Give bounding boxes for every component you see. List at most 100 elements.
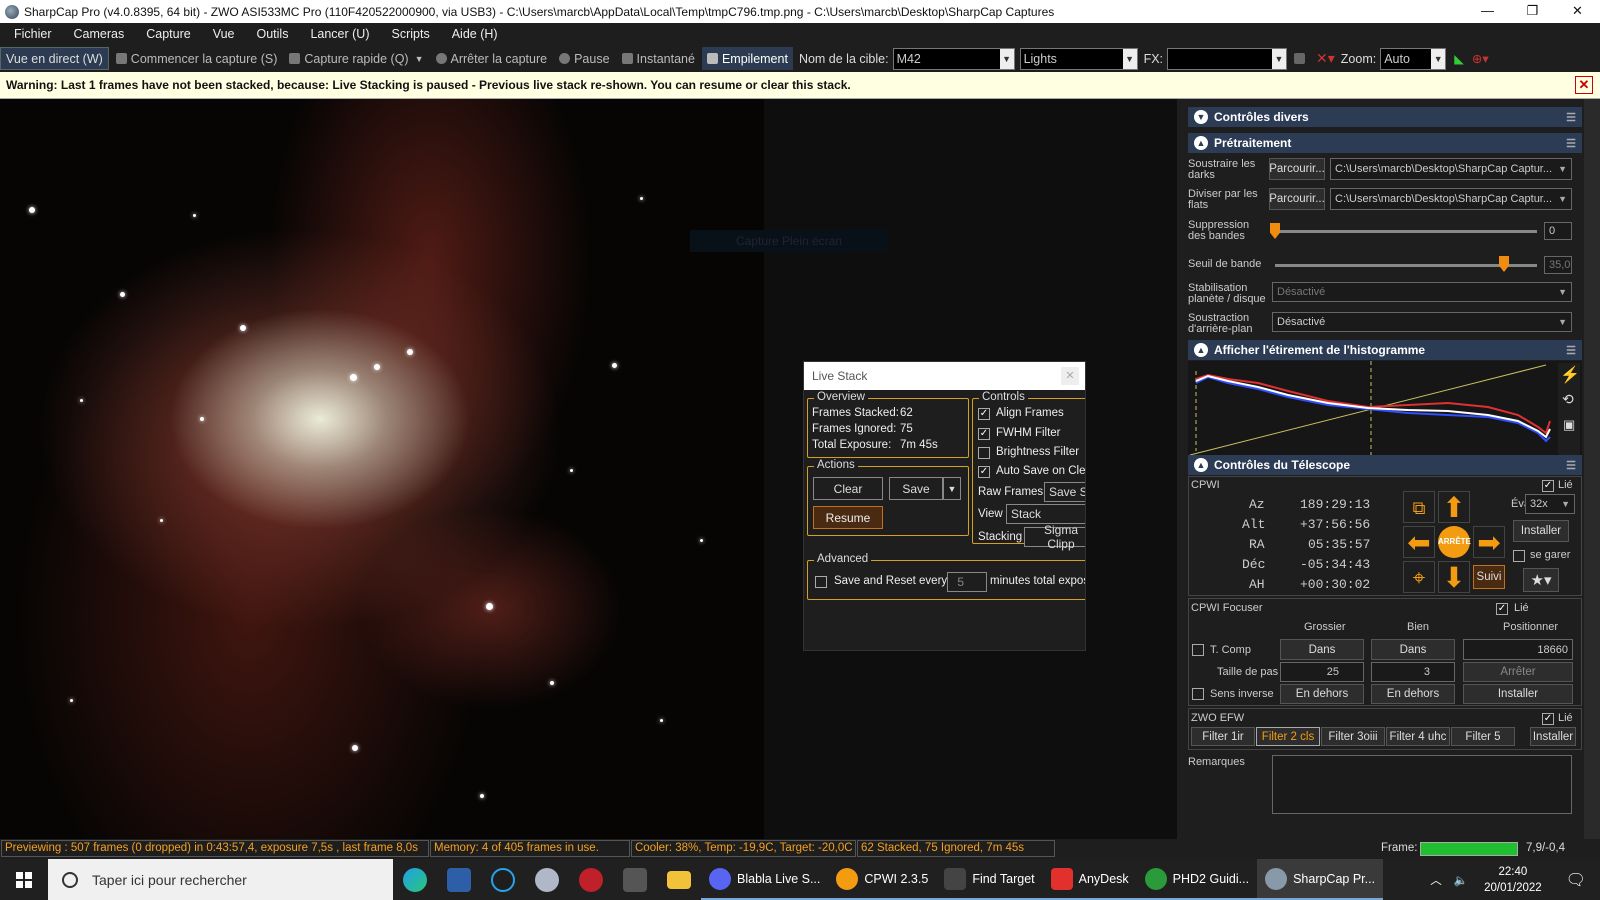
coarse-out-button[interactable]: En dehors xyxy=(1280,684,1364,704)
focuser-position-field[interactable]: 18660 xyxy=(1463,639,1573,660)
stacking-select[interactable]: Sigma Clipp xyxy=(1024,523,1085,551)
zoom-tool-icon[interactable]: ⊕▾ xyxy=(1472,51,1489,66)
clear-button[interactable]: Clear xyxy=(813,477,883,500)
taskbar-app-anydesk[interactable]: AnyDesk xyxy=(1042,859,1137,900)
stacking-button[interactable]: Empilement xyxy=(701,47,793,70)
south-arrow-icon[interactable]: ⬇ xyxy=(1438,561,1470,593)
taskbar-app-discord[interactable]: Blabla Live S... xyxy=(701,859,829,900)
menu-icon[interactable]: ☰ xyxy=(1566,344,1576,357)
star-icon[interactable]: ★▾ xyxy=(1523,568,1559,592)
save-reset-checkbox[interactable] xyxy=(815,576,827,588)
close-icon[interactable]: ✕ xyxy=(1061,367,1079,385)
save-reset-stepper[interactable]: 5 xyxy=(947,572,987,592)
edge-icon[interactable] xyxy=(393,859,437,900)
browse-flats-button[interactable]: Parcourir... xyxy=(1269,188,1325,210)
menu-cameras[interactable]: Cameras xyxy=(60,27,133,41)
target-icon[interactable]: ⌖ xyxy=(1403,561,1435,593)
maximize-button[interactable]: ❐ xyxy=(1510,0,1555,23)
file-explorer-icon[interactable] xyxy=(657,859,701,900)
fx-combo[interactable]: ▼ xyxy=(1167,47,1288,70)
app-icon-star[interactable] xyxy=(613,859,657,900)
save-button[interactable]: Save xyxy=(889,477,943,500)
stop-capture-button[interactable]: Arrêter la capture xyxy=(431,47,553,70)
save-dropdown-button[interactable]: ▼ xyxy=(943,477,961,500)
menu-fichier[interactable]: Fichier xyxy=(0,27,60,41)
flats-path-combo[interactable]: C:\Users\marcb\Desktop\SharpCap Captur..… xyxy=(1330,188,1572,210)
mount-linked-checkbox[interactable] xyxy=(1542,480,1554,492)
search-box[interactable]: Taper ici pour rechercher xyxy=(48,859,393,900)
close-icon[interactable]: ✕ xyxy=(1575,76,1593,94)
efw-linked-checkbox[interactable] xyxy=(1542,713,1554,725)
resume-button[interactable]: Resume xyxy=(813,506,883,529)
fwhm-filter-checkbox[interactable] xyxy=(978,428,990,440)
tcomp-checkbox[interactable] xyxy=(1192,644,1204,656)
darks-path-combo[interactable]: C:\Users\marcb\Desktop\SharpCap Captur..… xyxy=(1330,158,1572,180)
view-select[interactable]: Stack xyxy=(1006,504,1085,524)
quick-capture-button[interactable]: Capture rapide (Q) ▼ xyxy=(284,47,428,70)
minimize-button[interactable]: — xyxy=(1465,0,1510,23)
histogram-header[interactable]: ▲ Afficher l'étirement de l'histogramme ☰ xyxy=(1188,340,1582,360)
color-icon[interactable] xyxy=(1289,47,1314,70)
frame-type-combo[interactable]: Lights ▼ xyxy=(1019,47,1138,70)
target-name-combo[interactable]: M42 ▼ xyxy=(892,47,1015,70)
raw-frames-select[interactable]: Save St xyxy=(1044,482,1085,502)
menu-scripts[interactable]: Scripts xyxy=(378,27,438,41)
menu-aide[interactable]: Aide (H) xyxy=(438,27,506,41)
zoom-combo[interactable]: Auto ▼ xyxy=(1380,47,1447,70)
efw-install-button[interactable]: Installer xyxy=(1530,727,1576,746)
focuser-install-button[interactable]: Installer xyxy=(1463,684,1573,704)
menu-icon[interactable]: ☰ xyxy=(1566,111,1576,124)
menu-outils[interactable]: Outils xyxy=(243,27,297,41)
goto-icon[interactable]: ⧉ xyxy=(1403,491,1435,523)
start-capture-button[interactable]: Commencer la capture (S) xyxy=(111,47,283,70)
misc-controls-header[interactable]: ▼ Contrôles divers ☰ xyxy=(1188,107,1582,127)
taskbar-app-find-target[interactable]: Find Target xyxy=(936,859,1043,900)
focuser-stop-button[interactable]: Arrêter xyxy=(1463,662,1573,682)
live-stack-titlebar[interactable]: Live Stack ✕ xyxy=(804,362,1085,390)
snapshot-button[interactable]: Instantané xyxy=(617,47,700,70)
fine-out-button[interactable]: En dehors xyxy=(1371,684,1455,704)
lightning-icon[interactable]: ⚡ xyxy=(1560,365,1580,385)
west-arrow-icon[interactable]: ⬅ xyxy=(1403,526,1435,558)
taskbar-app-sharpcap[interactable]: SharpCap Pr... xyxy=(1257,859,1384,900)
menu-icon[interactable]: ☰ xyxy=(1566,459,1576,472)
filter-2-button[interactable]: Filter 2 cls xyxy=(1256,727,1320,746)
crosshair-icon[interactable]: ✕▾ xyxy=(1316,50,1335,67)
banding-value[interactable]: 0 xyxy=(1544,222,1572,240)
focuser-linked-checkbox[interactable] xyxy=(1496,603,1508,615)
filter-1-button[interactable]: Filter 1ir xyxy=(1191,727,1255,746)
reset-icon[interactable]: ⟲ xyxy=(1562,391,1574,408)
banding-slider-thumb[interactable] xyxy=(1270,223,1280,239)
fine-in-button[interactable]: Dans xyxy=(1371,639,1455,660)
notes-textarea[interactable] xyxy=(1272,755,1572,814)
taskbar-app-cpwi[interactable]: CPWI 2.3.5 xyxy=(828,859,937,900)
chevron-up-icon[interactable]: ︿ xyxy=(1424,872,1448,888)
reverse-checkbox[interactable] xyxy=(1192,688,1204,700)
fine-step-stepper[interactable]: 3 xyxy=(1371,662,1455,682)
app-icon-planet[interactable] xyxy=(525,859,569,900)
park-checkbox[interactable] xyxy=(1513,550,1525,562)
viewer-scrollbar[interactable] xyxy=(1177,99,1185,839)
rate-combo[interactable]: 32x ▼ xyxy=(1525,494,1575,514)
east-arrow-icon[interactable]: ➡ xyxy=(1473,526,1505,558)
preprocessing-header[interactable]: ▲ Prétraitement ☰ xyxy=(1188,133,1582,153)
browse-darks-button[interactable]: Parcourir... xyxy=(1269,158,1325,180)
banding-slider-track[interactable] xyxy=(1275,230,1537,233)
ccleaner-icon[interactable] xyxy=(481,859,525,900)
menu-capture[interactable]: Capture xyxy=(132,27,198,41)
menu-lancer[interactable]: Lancer (U) xyxy=(296,27,377,41)
background-subtraction-combo[interactable]: Désactivé ▼ xyxy=(1272,312,1572,332)
clock[interactable]: 22:40 20/01/2022 xyxy=(1474,864,1552,896)
filter-3-button[interactable]: Filter 3oiii xyxy=(1321,727,1385,746)
live-view-button[interactable]: Vue en direct (W) xyxy=(0,47,109,70)
windows-start-icon[interactable] xyxy=(0,859,48,900)
histogram-chart[interactable] xyxy=(1188,361,1582,457)
coarse-step-stepper[interactable]: 25 xyxy=(1280,662,1364,682)
app-icon-red[interactable] xyxy=(569,859,613,900)
notifications-icon[interactable]: 🗨 xyxy=(1552,870,1600,890)
threshold-slider-thumb[interactable] xyxy=(1499,256,1509,272)
brightness-filter-checkbox[interactable] xyxy=(978,447,990,459)
threshold-value[interactable]: 35,0 xyxy=(1544,256,1572,274)
north-arrow-icon[interactable]: ⬆ xyxy=(1438,491,1470,523)
panel-scrollbar[interactable] xyxy=(1584,99,1600,839)
